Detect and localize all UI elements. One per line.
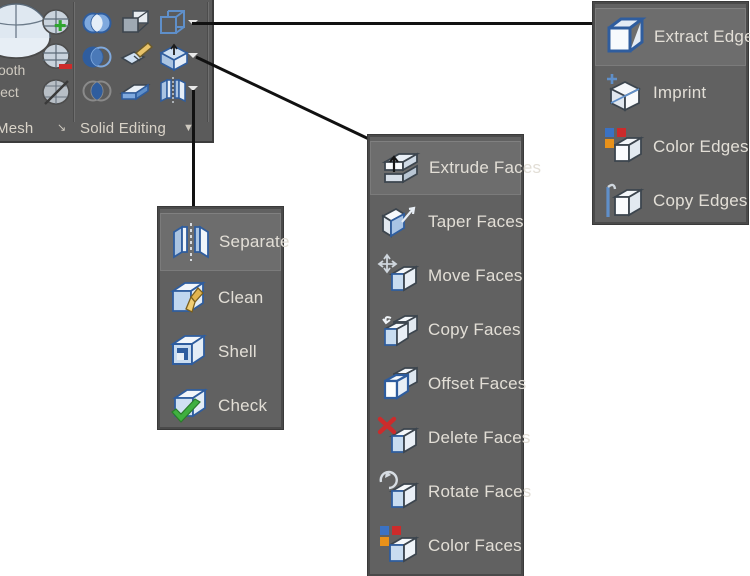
flyout-item-label: Clean [218,288,264,307]
mesh-less-icon[interactable] [40,43,74,73]
flyout-item-copy-faces[interactable]: Copy Faces [370,303,521,357]
panel-title-mesh: Mesh [0,120,34,137]
flyout-item-extrude-faces[interactable]: Extrude Faces [370,141,541,195]
flyout-item-check[interactable]: Check [160,379,281,433]
edges-flyout[interactable]: Extract Edges Imprint Color Edg [593,2,750,224]
flyout-item-copy-edges[interactable]: Copy Edges [595,174,748,228]
faces-flyout[interactable]: Extrude Faces Taper Faces Move Faces Cop… [368,135,541,576]
flyout-item-label: Copy Edges [653,191,748,210]
taper-faces-icon [378,200,422,244]
extrude-faces-icon [379,146,423,190]
mesh-refine-icon[interactable] [40,8,74,38]
flyout-item-shell[interactable]: Shell [160,325,281,379]
imprint-icon [603,71,647,115]
panel-title-solid-editing: Solid Editing [80,120,166,137]
flyout-item-color-faces[interactable]: Color Faces [370,519,522,573]
flyout-item-label: Extract Edges [654,27,750,46]
solid-extrude-face-icon[interactable] [120,8,152,38]
move-faces-icon [377,253,422,298]
flyout-item-clean[interactable]: Clean [160,271,281,325]
body-flyout[interactable]: Separate Clean Shell Check [158,207,289,429]
clean-icon[interactable] [118,76,152,104]
rotate-faces-icon [378,470,422,514]
smooth-object-label-line1: ooth [0,62,26,78]
extract-edges-icon[interactable] [158,8,188,38]
flyout-item-label: Shell [218,342,257,361]
union-icon[interactable] [82,10,112,36]
flyout-item-offset-faces[interactable]: Offset Faces [370,357,526,411]
separate-icon[interactable] [158,76,188,104]
flyout-item-delete-faces[interactable]: Delete Faces [370,411,530,465]
flyout-item-extract-edges[interactable]: Extract Edges [595,8,750,66]
extract-edges-icon [604,15,648,59]
flyout-item-label: Imprint [653,83,707,102]
flyout-item-label: Taper Faces [428,212,524,231]
flyout-item-label: Move Faces [428,266,523,285]
flyout-item-label: Color Edges [653,137,749,156]
flyout-item-taper-faces[interactable]: Taper Faces [370,195,524,249]
mesh-panel-expand-arrow[interactable]: ↘ [57,121,66,134]
flyout-item-move-faces[interactable]: Move Faces [370,249,523,303]
flyout-item-label: Color Faces [428,536,522,555]
shell-icon [168,330,212,374]
panel-divider [73,2,75,122]
separate-icon [169,220,213,264]
color-faces-icon [378,524,422,568]
flyout-item-separate[interactable]: Separate [160,213,289,271]
connector-line-body [192,90,195,206]
subtract-icon[interactable] [82,44,112,70]
intersect-icon[interactable] [82,78,112,104]
color-edges-icon [603,125,647,169]
check-icon [168,384,212,428]
connector-line-edges [192,22,600,25]
flyout-item-label: Extrude Faces [429,158,542,177]
flyout-item-color-edges[interactable]: Color Edges [595,120,749,174]
flyout-item-rotate-faces[interactable]: Rotate Faces [370,465,531,519]
imprint-icon[interactable] [118,41,154,73]
flyout-item-label: Separate [219,232,290,251]
clean-icon [168,276,212,320]
flyout-item-imprint[interactable]: Imprint [595,66,746,120]
flyout-item-label: Copy Faces [428,320,521,339]
flyout-item-label: Check [218,396,268,415]
extrude-faces-icon[interactable] [158,41,190,73]
copy-faces-icon [378,308,422,352]
flyout-item-label: Rotate Faces [428,482,532,501]
ribbon-panel-group: ooth ject Mesh ↘ [0,0,214,143]
no-smooth-icon[interactable] [40,77,74,109]
offset-faces-icon [378,362,422,406]
connector-line-faces [195,55,372,142]
delete-faces-icon [377,416,422,460]
smooth-object-label-line2: ject [0,84,19,100]
copy-edges-icon [603,179,647,223]
flyout-item-label: Delete Faces [428,428,531,447]
flyout-item-label: Offset Faces [428,374,527,393]
